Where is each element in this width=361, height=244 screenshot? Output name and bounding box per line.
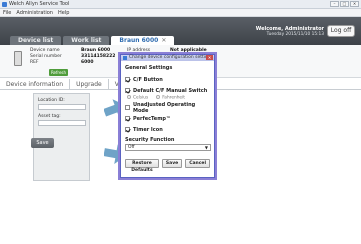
main-tabs: Device list Work list Braun 6000 ✕ (10, 36, 175, 45)
asset-tag-input[interactable] (38, 120, 86, 126)
fahrenheit-label: Fahrenheit (162, 95, 185, 101)
serial-number-label: Serial number (30, 54, 62, 59)
celsius-label: Celsius (133, 95, 149, 101)
cf-button-row: C/F Button (125, 74, 210, 85)
tab-label: Work list (71, 37, 102, 44)
timer-icon-checkbox[interactable] (125, 127, 130, 132)
ref-value: 6000 (81, 60, 94, 65)
ip-address-value: Not applicable (170, 48, 207, 53)
location-id-label: Location ID: (38, 98, 65, 103)
security-function-label: Security Function (125, 137, 175, 143)
default-cf-label: Default C/F Manual Switch (133, 87, 208, 94)
security-function-value: Off (128, 145, 135, 150)
radio-icon (156, 95, 161, 100)
restore-defaults-button[interactable]: Restore Defaults (125, 159, 159, 173)
app-icon (2, 2, 7, 7)
ref-label: REF (30, 60, 39, 65)
tab-device-list[interactable]: Device list (10, 36, 62, 45)
refresh-button[interactable]: Refresh (49, 69, 68, 76)
unadjusted-row: Unadjusted Operating Mode (125, 101, 210, 114)
minimize-button[interactable]: – (330, 1, 339, 7)
ip-address-label: IP address (127, 48, 151, 53)
default-cf-checkbox[interactable] (125, 88, 130, 93)
tab-label: Braun 6000 (119, 37, 159, 44)
menu-help[interactable]: Help (58, 9, 69, 16)
log-off-button[interactable]: Log off (327, 25, 355, 37)
thermometer-icon (14, 51, 22, 66)
celsius-option[interactable]: Celsius (127, 95, 148, 101)
perfectemp-label: PerfecTemp™ (133, 115, 171, 122)
chevron-down-icon: ▼ (204, 145, 208, 150)
device-name-value: Braun 6000 (81, 48, 111, 53)
subtab-upgrade[interactable]: Upgrade (70, 79, 109, 89)
radio-icon (127, 95, 131, 100)
subtab-device-information[interactable]: Device information (0, 79, 71, 89)
menu-file[interactable]: File (3, 9, 11, 16)
dialog-save-button[interactable]: Save (161, 159, 183, 168)
unadjusted-label: Unadjusted Operating Mode (133, 101, 196, 114)
perfectemp-checkbox[interactable] (125, 116, 130, 121)
window-titlebar: Welch Allyn Service Tool – □ ✕ (0, 0, 361, 9)
serial-number-value: 33114158222 (81, 54, 116, 59)
device-info-panel: Location ID: Asset tag: (33, 93, 90, 181)
dialog-title: Change device configuration settings (129, 55, 214, 60)
security-function-select[interactable]: Off ▼ (125, 144, 211, 151)
fahrenheit-option[interactable]: Fahrenheit (156, 95, 185, 101)
perfectemp-row: PerfecTemp™ (125, 113, 210, 124)
dialog-titlebar: Change device configuration settings ✕ (121, 55, 214, 61)
window-title: Welch Allyn Service Tool (9, 1, 70, 7)
panel-save-button[interactable]: Save (31, 138, 54, 148)
app-icon (123, 56, 127, 60)
dialog-cancel-button[interactable]: Cancel (185, 159, 210, 168)
close-window-button[interactable]: ✕ (350, 1, 359, 7)
device-name-label: Device name (30, 48, 60, 53)
asset-tag-label: Asset tag: (38, 114, 61, 119)
tab-braun-6000[interactable]: Braun 6000 ✕ (111, 36, 175, 45)
cf-button-label: C/F Button (133, 76, 163, 83)
datetime-text: Tuesday 2015/11/10 15:13 (266, 32, 324, 37)
timer-icon-label: Timer Icon (133, 126, 163, 133)
tab-close-icon[interactable]: ✕ (161, 37, 166, 44)
config-settings-dialog: Change device configuration settings ✕ G… (120, 54, 215, 178)
menu-administration[interactable]: Administration (16, 9, 53, 16)
location-id-input[interactable] (38, 104, 86, 110)
dialog-close-button[interactable]: ✕ (206, 55, 213, 60)
general-settings-heading: General Settings (125, 65, 173, 71)
timer-icon-row: Timer Icon (125, 124, 210, 135)
unadjusted-checkbox[interactable] (125, 105, 130, 110)
tab-label: Device list (18, 37, 54, 44)
tab-work-list[interactable]: Work list (63, 36, 110, 45)
maximize-button[interactable]: □ (340, 1, 349, 7)
cf-button-checkbox[interactable] (125, 77, 130, 82)
menu-bar: File Administration Help (0, 9, 361, 17)
